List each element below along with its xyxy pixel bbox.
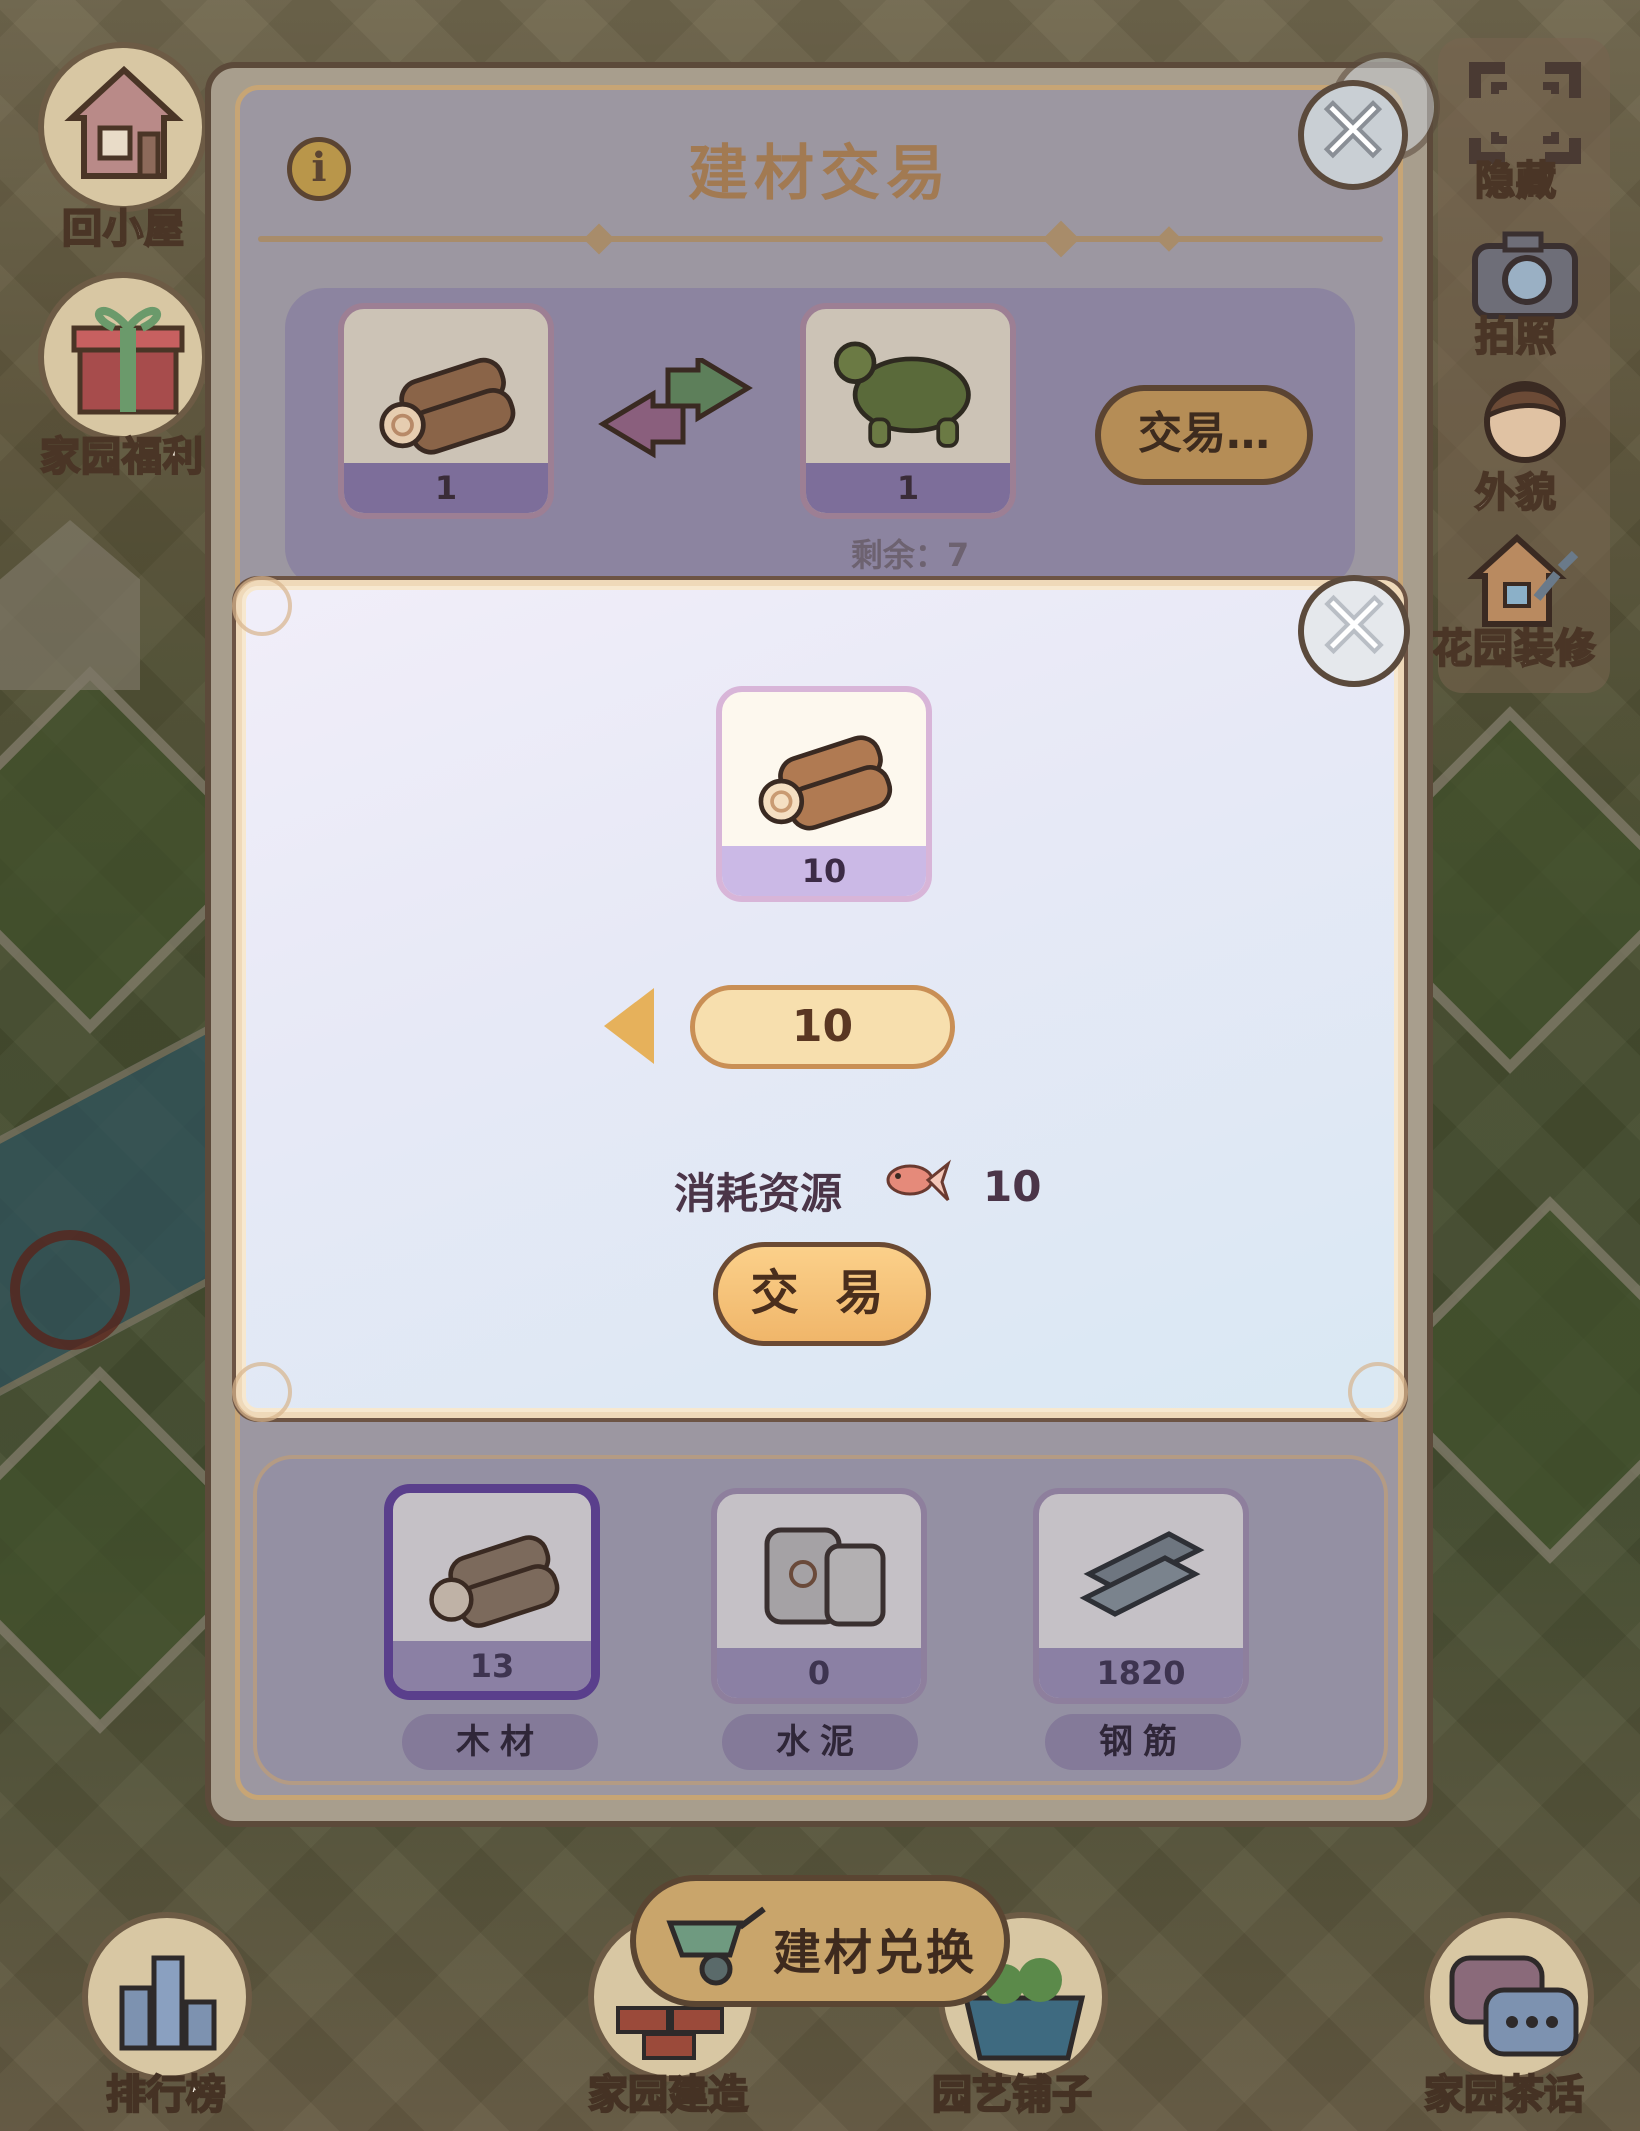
goldfish-icon: [886, 1159, 952, 1202]
trade-window-close-button[interactable]: ✕: [1298, 80, 1408, 190]
material-exchange-label: 建材兑换: [773, 1925, 978, 1981]
decorate-label: 花园装修: [1431, 625, 1596, 673]
cost-label: 消耗资源: [674, 1169, 843, 1218]
wood-icon: [758, 735, 893, 831]
material-rebar-label[interactable]: 钢筋: [1045, 1714, 1241, 1770]
chat-button[interactable]: [1424, 1912, 1594, 2082]
title-divider: [258, 236, 1383, 242]
cement-bag-icon: [764, 1527, 886, 1627]
material-wood-label[interactable]: 木材: [402, 1714, 598, 1770]
confirm-trade-button[interactable]: 交 易: [713, 1242, 931, 1346]
welfare-button[interactable]: [38, 272, 208, 442]
material-wood-count: 13: [393, 1641, 591, 1691]
steel-bar-icon: [1079, 1531, 1205, 1617]
dialog-item-count: 10: [722, 846, 926, 896]
turtle-icon: [833, 341, 971, 448]
give-item-slot[interactable]: 1: [338, 303, 554, 519]
chat-label: 家园茶话: [1423, 2071, 1585, 2119]
material-rebar-slot[interactable]: 1820: [1033, 1488, 1249, 1704]
decrease-arrow-icon[interactable]: [604, 988, 654, 1064]
appearance-label: 外貌: [1474, 469, 1557, 517]
corner-ornament: [232, 1362, 292, 1422]
get-item-slot[interactable]: 1: [800, 303, 1016, 519]
remaining-count: 剩余：7: [850, 536, 970, 574]
material-cement-slot[interactable]: 0: [711, 1488, 927, 1704]
material-cement-label[interactable]: 水泥: [722, 1714, 918, 1770]
wood-icon: [429, 1535, 560, 1628]
corner-ornament: [232, 576, 292, 636]
dialog-close-button[interactable]: ✕: [1298, 575, 1410, 687]
gardening-shop-label: 园艺铺子: [931, 2071, 1093, 2119]
material-cement-count: 0: [717, 1648, 921, 1698]
offer-trade-button[interactable]: 交易…: [1095, 385, 1313, 485]
gift-icon: [71, 307, 185, 415]
material-wood-slot[interactable]: 13: [384, 1484, 600, 1700]
get-item-count: 1: [806, 463, 1010, 513]
leaderboard-icon: [119, 1955, 217, 2051]
wood-icon: [379, 357, 516, 455]
leaderboard-button[interactable]: [82, 1912, 252, 2082]
quantity-field[interactable]: 10: [690, 985, 955, 1069]
cost-value: 10: [983, 1162, 1042, 1211]
dialog-item-slot: 10: [716, 686, 932, 902]
photo-label: 拍照: [1474, 313, 1557, 361]
give-item-count: 1: [344, 463, 548, 513]
build-label: 家园建造: [587, 2071, 749, 2119]
chat-bubbles-icon: [1449, 1955, 1579, 2057]
wheelbarrow-icon: [666, 1906, 766, 1986]
swap-arrows-icon: [598, 358, 753, 459]
leaderboard-label: 排行榜: [105, 2071, 227, 2119]
welfare-label: 家园福利: [39, 433, 204, 481]
material-rebar-count: 1820: [1039, 1648, 1243, 1698]
corner-ornament: [1348, 1362, 1408, 1422]
